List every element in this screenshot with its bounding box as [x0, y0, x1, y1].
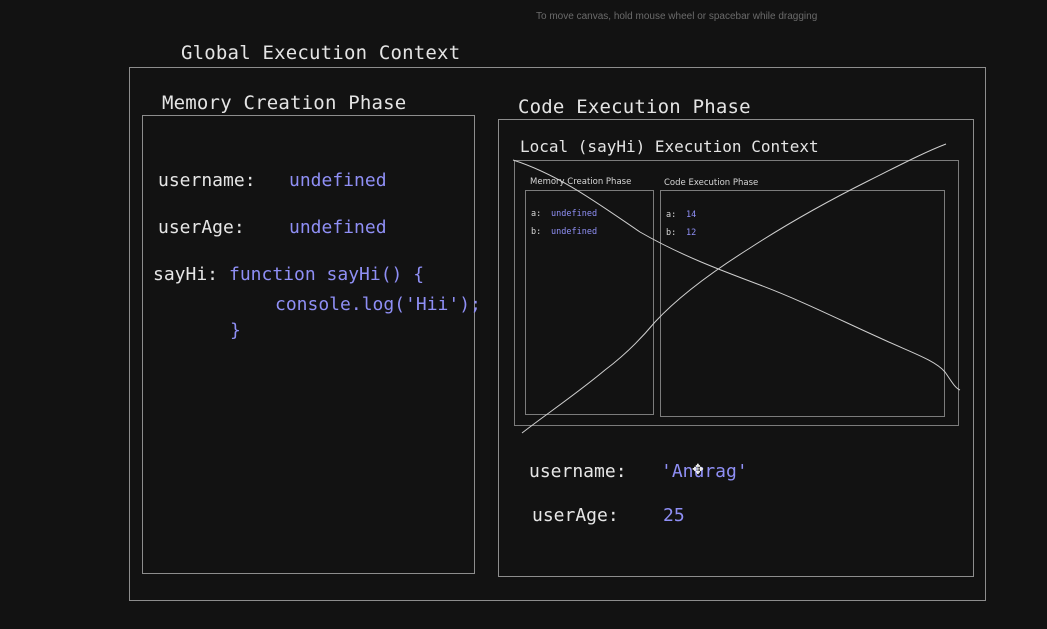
- code-username-label: username:: [529, 461, 627, 482]
- cross-out-stroke-descending: [512, 159, 961, 391]
- code-username-value: 'Anurag': [661, 461, 748, 482]
- code-userage-value: 25: [663, 505, 685, 526]
- cross-out-strokes: [512, 143, 961, 434]
- cross-out-stroke-ascending: [521, 143, 947, 434]
- code-userage-label: userAge:: [532, 505, 619, 526]
- move-cursor-icon: ✥: [692, 462, 704, 478]
